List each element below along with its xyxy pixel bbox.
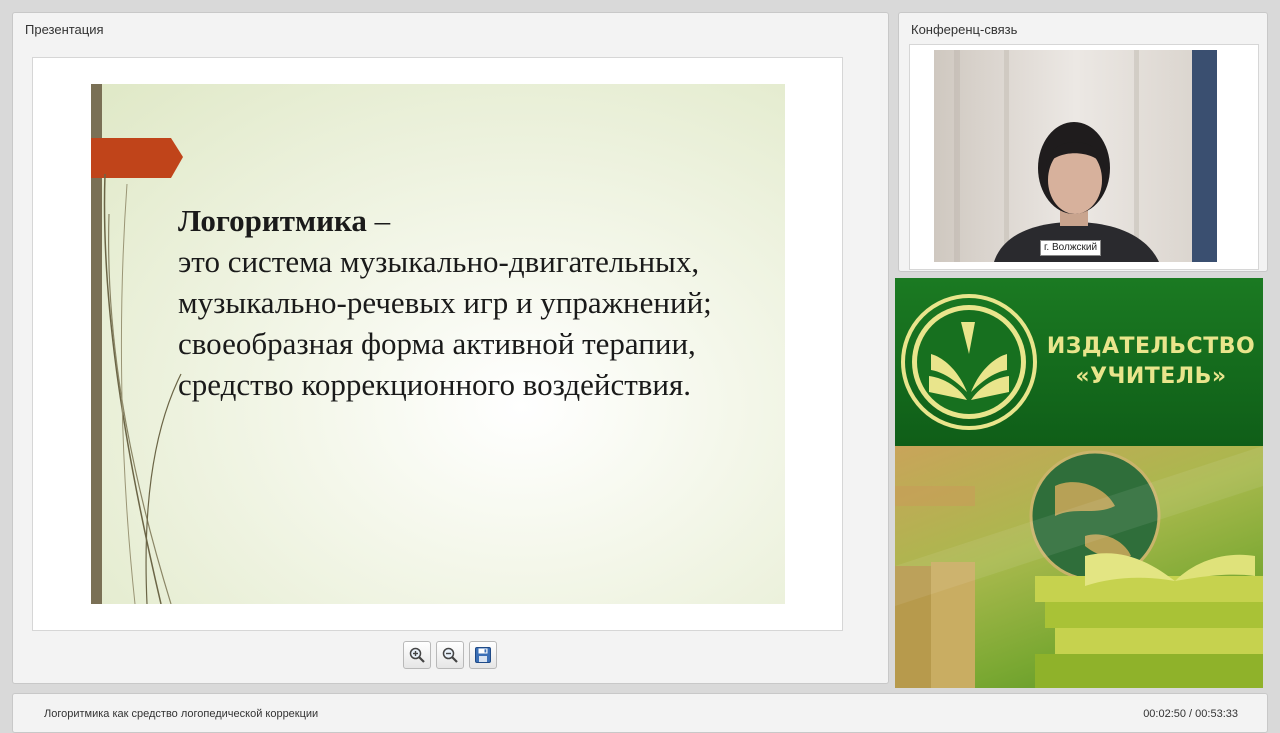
conference-panel-title: Конференц-связь [911, 22, 1018, 37]
presentation-panel-title: Презентация [25, 22, 104, 37]
participant-avatar [934, 50, 1217, 262]
books-globe-illustration [895, 446, 1263, 688]
publisher-banner-top: ИЗДАТЕЛЬСТВО «УЧИТЕЛЬ» [895, 278, 1263, 446]
footer-bar: Логоритмика как средство логопедической … [12, 693, 1268, 733]
publisher-name-line: ИЗДАТЕЛЬСТВО [1046, 334, 1256, 359]
participant-label: г. Волжский [1040, 240, 1102, 256]
slide-line: это система музыкально-двигательных, [178, 244, 700, 279]
slide: Логоритмика – это система музыкально-дви… [91, 84, 785, 604]
slide-heading-dash: – [366, 203, 391, 238]
zoom-out-icon [442, 647, 458, 663]
zoom-in-icon [409, 647, 425, 663]
publisher-name: ИЗДАТЕЛЬСТВО «УЧИТЕЛЬ» [1045, 332, 1257, 392]
zoom-out-button[interactable] [436, 641, 464, 669]
participant-video[interactable]: г. Волжский [934, 50, 1217, 262]
publisher-banner[interactable]: ИЗДАТЕЛЬСТВО «УЧИТЕЛЬ» [895, 278, 1263, 688]
slide-arrow-decoration [91, 138, 183, 178]
slide-line: средство коррекционного воздействия. [178, 367, 691, 402]
webinar-title: Логоритмика как средство логопедической … [44, 708, 319, 720]
slide-line: своеобразная форма активной терапии, [178, 326, 696, 361]
presentation-panel: Презентация Логоритмика – это система му… [12, 12, 889, 684]
save-icon [475, 647, 491, 663]
slide-heading: Логоритмика [178, 203, 367, 238]
publisher-logo [901, 294, 1037, 430]
slide-text: Логоритмика – это система музыкально-дви… [178, 200, 778, 405]
playback-time: 00:02:50 / 00:53:33 [1143, 708, 1238, 720]
slide-grass-decoration [103, 174, 182, 604]
slide-line: музыкально-речевых игр и упражнений; [178, 285, 712, 320]
conference-panel: Конференц-связь г. Волжский [898, 12, 1268, 272]
publisher-banner-image [895, 446, 1263, 688]
publisher-name-line: «УЧИТЕЛЬ» [1075, 364, 1227, 389]
zoom-in-button[interactable] [403, 641, 431, 669]
save-button[interactable] [469, 641, 497, 669]
slide-viewer[interactable]: Логоритмика – это система музыкально-дви… [32, 57, 843, 631]
